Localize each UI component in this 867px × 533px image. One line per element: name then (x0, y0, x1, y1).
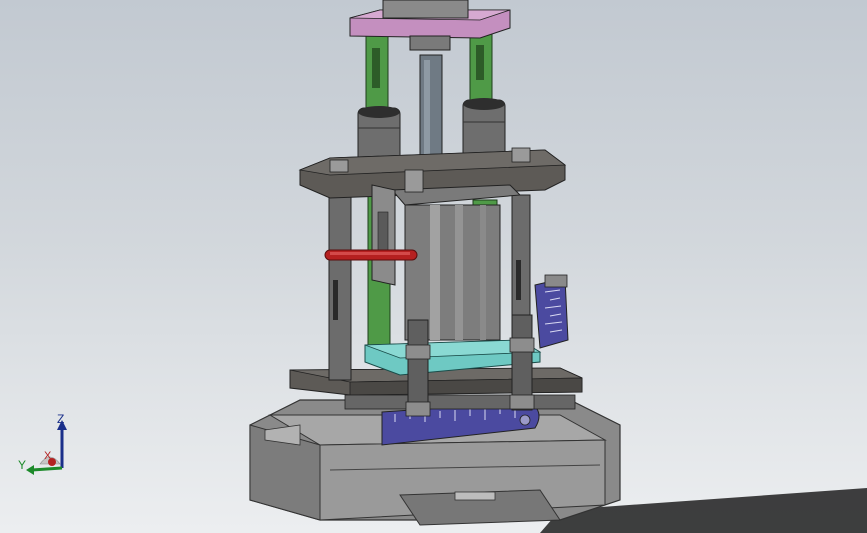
coordinate-triad[interactable]: Z Y X (14, 410, 84, 480)
lower-column-left[interactable] (405, 319, 431, 417)
side-bracket[interactable] (371, 184, 396, 286)
x-axis-label: X (44, 450, 52, 462)
red-pin[interactable] (324, 249, 418, 261)
z-axis-label: Z (57, 412, 65, 426)
y-axis-label: Y (18, 458, 27, 472)
left-support-rod[interactable] (328, 184, 352, 381)
lower-column-right[interactable] (509, 314, 535, 411)
side-scale[interactable] (534, 274, 569, 349)
cad-model[interactable] (0, 0, 867, 533)
3d-viewport[interactable]: Z Y X (0, 0, 867, 533)
